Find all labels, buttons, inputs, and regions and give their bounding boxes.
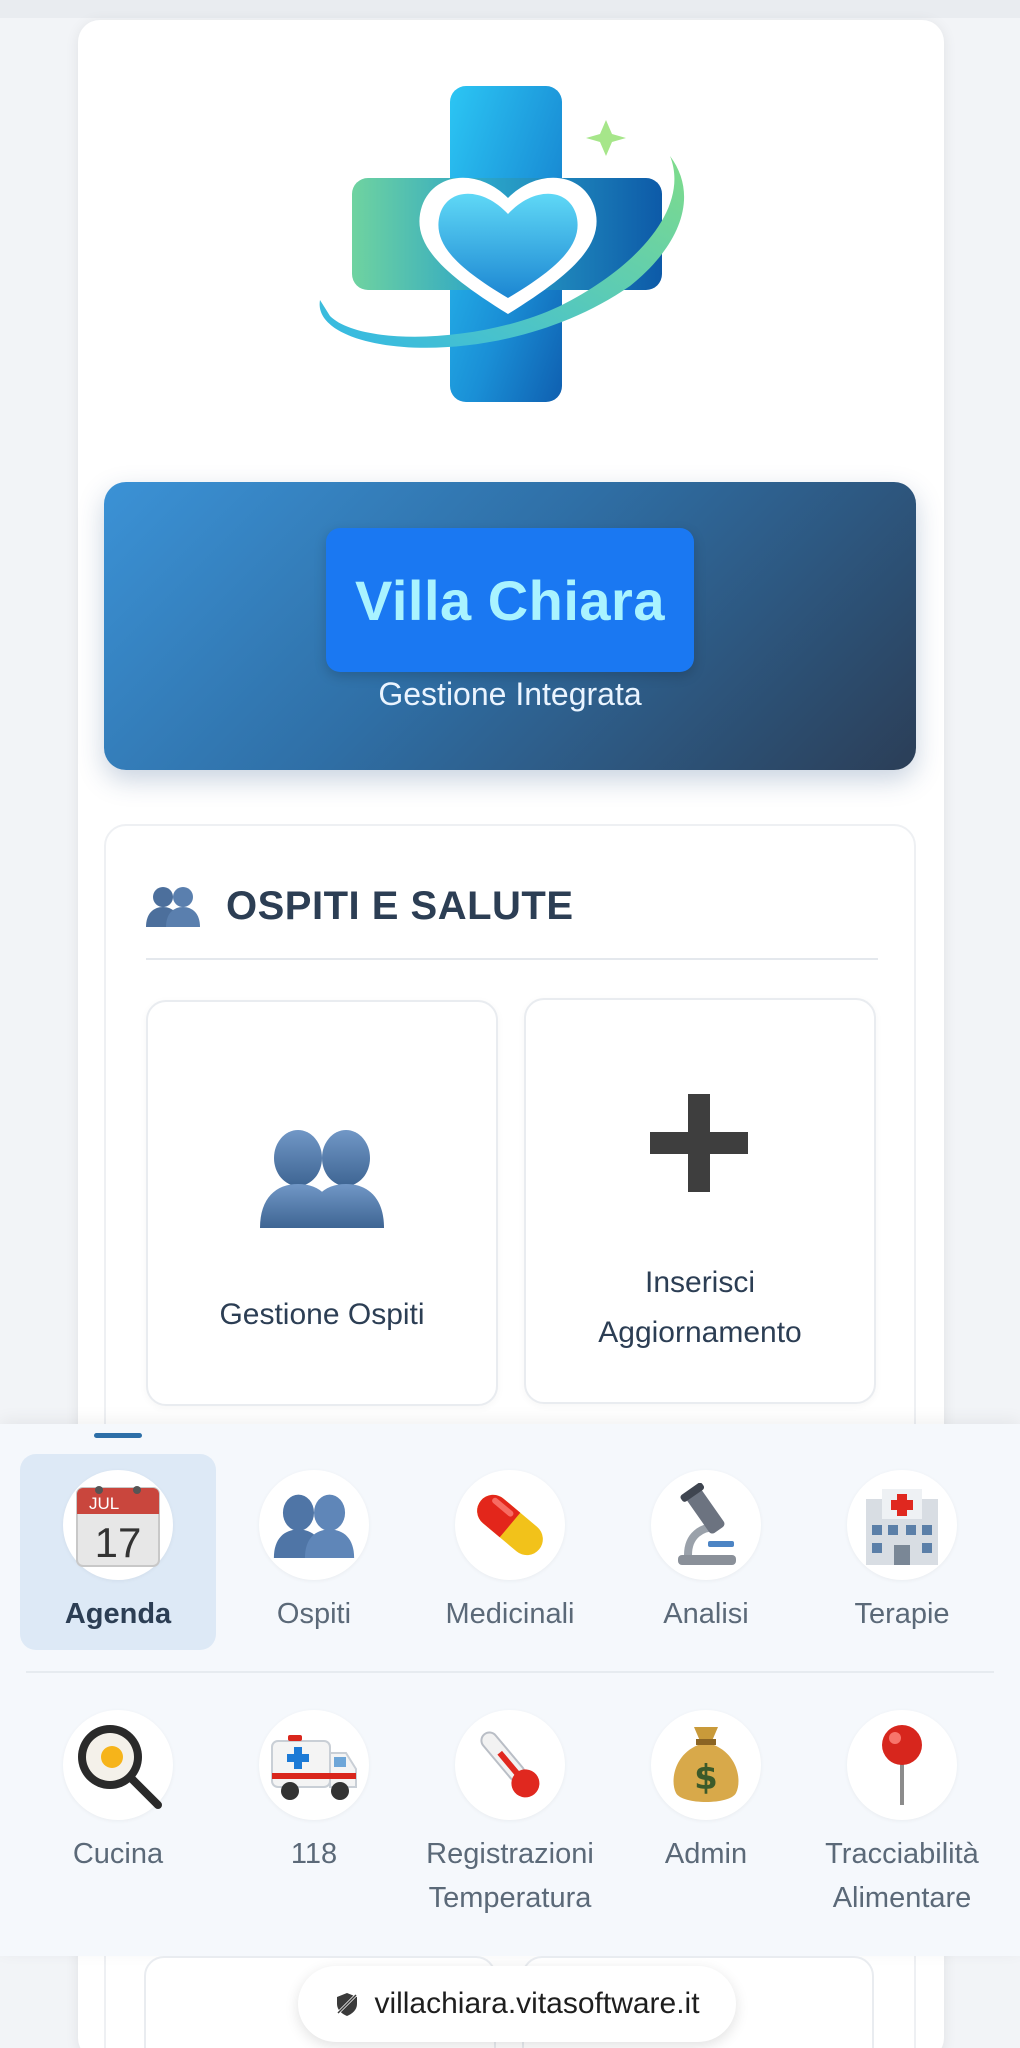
panel-divider	[26, 1671, 994, 1673]
section-divider	[146, 958, 878, 960]
nav-item-118[interactable]: 118	[216, 1694, 412, 1890]
nav-item-medicinali[interactable]: Medicinali	[412, 1454, 608, 1650]
panel-scroll-indicator	[94, 1433, 142, 1438]
brand-title: Villa Chiara	[354, 568, 665, 632]
nav-item-tracciabilita-alimentare[interactable]: Tracciabilità Alimentare	[804, 1694, 1000, 1914]
nav-icon-circle	[455, 1470, 565, 1580]
calendar-icon: JUL 17	[76, 1486, 160, 1567]
nav-icon-circle	[847, 1710, 957, 1820]
pill-icon	[477, 1494, 543, 1556]
brand-title-box: Villa Chiara	[326, 528, 694, 672]
ambulance-icon	[271, 1735, 357, 1800]
people-icon	[146, 887, 200, 927]
medical-cross-heart-logo-icon	[319, 86, 685, 402]
frying-pan-icon	[78, 1725, 162, 1809]
nav-icon-circle: JUL 17	[63, 1470, 173, 1580]
hospital-icon	[866, 1489, 938, 1565]
nav-icon-circle	[63, 1710, 173, 1820]
nav-label: Tracciabilità Alimentare	[825, 1838, 979, 1914]
nav-item-agenda[interactable]: JUL 17 Agenda	[20, 1454, 216, 1650]
nav-icon-circle	[455, 1710, 565, 1820]
top-status-strip	[0, 0, 1020, 18]
people-icon	[260, 1130, 384, 1228]
tile-label: Gestione Ospiti	[219, 1298, 425, 1331]
nav-icon-circle	[847, 1470, 957, 1580]
nav-item-admin[interactable]: $ Admin	[608, 1694, 804, 1890]
bottom-navigation-panel: JUL 17 Agenda Ospiti Medicinali Analisi …	[0, 1424, 1020, 1956]
thermometer-icon	[480, 1731, 540, 1798]
nav-label: Terapie	[854, 1598, 950, 1630]
section-title: OSPITI E SALUTE	[226, 883, 574, 928]
hero-banner: Villa Chiara Gestione Integrata	[104, 482, 916, 770]
nav-icon-circle: $	[651, 1710, 761, 1820]
money-bag-icon: $	[673, 1727, 739, 1802]
nav-item-ospiti[interactable]: Ospiti	[216, 1454, 412, 1650]
section-header: OSPITI E SALUTE	[146, 876, 574, 936]
brand-subtitle: Gestione Integrata	[378, 676, 642, 712]
nav-item-analisi[interactable]: Analisi	[608, 1454, 804, 1650]
nav-item-terapie[interactable]: Terapie	[804, 1454, 1000, 1650]
pushpin-icon	[882, 1725, 922, 1805]
plus-icon	[650, 1094, 748, 1192]
browser-url-bar[interactable]: villachiara.vitasoftware.it	[298, 1966, 736, 2042]
nav-icon-circle	[259, 1710, 369, 1820]
calendar-day: 17	[95, 1519, 142, 1566]
calendar-month: JUL	[89, 1494, 119, 1513]
nav-icon-circle	[259, 1470, 369, 1580]
browser-url-text: villachiara.vitasoftware.it	[374, 1987, 700, 2020]
tile-gestione-ospiti[interactable]: Gestione Ospiti	[146, 1000, 498, 1406]
microscope-icon	[678, 1483, 736, 1565]
tile-label: Inserisci Aggiornamento	[598, 1266, 802, 1349]
nav-icon-circle	[651, 1470, 761, 1580]
people-icon	[273, 1494, 355, 1558]
tile-inserisci-aggiornamento[interactable]: Inserisci Aggiornamento	[524, 998, 876, 1404]
svg-text:$: $	[694, 1758, 718, 1798]
privacy-shield-icon	[337, 1993, 358, 2016]
nav-item-registrazioni-temperatura[interactable]: Registrazioni Temperatura	[412, 1694, 608, 1914]
nav-item-cucina[interactable]: Cucina	[20, 1694, 216, 1890]
